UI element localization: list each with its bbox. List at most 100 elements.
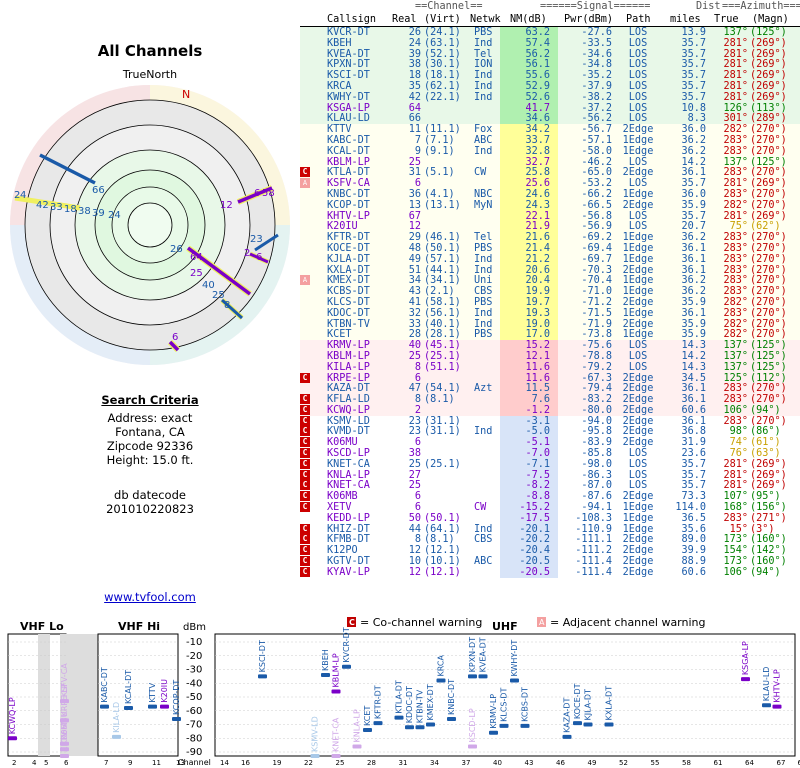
cell-mag: (270°): [750, 199, 787, 211]
cell-dist: 35.7: [681, 178, 706, 190]
cell-call: KLCS-DT: [327, 296, 370, 308]
cell-net: MyN: [474, 199, 493, 211]
station-bar: [468, 674, 477, 679]
table-row: KJLA-DT 49 (57.1) Ind 21.2 -69.7 1Edge 36.1 283°…: [300, 253, 800, 265]
cell-pwr: -66.2: [581, 188, 612, 200]
polar-label: 26: [170, 244, 183, 255]
cell-mag: (125°): [750, 156, 787, 168]
cell-true: 283°: [723, 242, 748, 254]
cell-true: 281°: [723, 91, 748, 103]
cell-mag: (269°): [750, 469, 787, 481]
x-tick-uhf: 22: [304, 759, 313, 767]
cell-path: LOS: [628, 91, 648, 103]
cell-real: 25: [408, 156, 421, 168]
station-bar: [468, 744, 477, 749]
cell-path: LOS: [628, 340, 648, 352]
cell-virt: (40.1): [424, 318, 461, 330]
cell-nm: -20.1: [519, 523, 550, 535]
table-row: C KGTV-DT 10 (10.1) ABC -20.5 -111.4 2Edge 88.9 1…: [300, 556, 800, 567]
cell-real: 44: [408, 523, 421, 535]
cell-path: 2Edge: [622, 404, 654, 416]
cell-mag: (289°): [750, 113, 787, 125]
cell-true: 281°: [723, 48, 748, 60]
station-label: KVEA-DT: [479, 637, 488, 672]
cell-path: 2Edge: [622, 383, 654, 395]
cell-pwr: -71.2: [581, 296, 612, 308]
cell-dist: 34.5: [681, 372, 706, 384]
cell-pwr: -27.6: [581, 27, 612, 38]
co-channel-warning: C: [300, 394, 310, 405]
cell-nm: 33.7: [525, 134, 550, 146]
cell-path: LOS: [628, 448, 648, 460]
column-header-row: Callsign Real (Virt) Netwk NM(dB) Pwr(dB…: [300, 13, 800, 27]
cell-net: Tel: [474, 48, 493, 60]
cell-nm: 57.4: [525, 37, 550, 49]
station-label: KTTV: [148, 682, 157, 702]
ring-6: [127, 202, 173, 248]
cell-pwr: -57.1: [581, 134, 612, 146]
cell-mag: (62°): [750, 221, 781, 233]
cell-path: 1Edge: [622, 253, 654, 265]
cell-net: ION: [474, 59, 493, 71]
cell-call: KTTV: [327, 124, 352, 136]
cell-mag: (270°): [750, 383, 787, 395]
cell-real: 34: [408, 275, 421, 287]
cell-virt: (4.1): [424, 188, 455, 200]
table-row: C KRPE-LP 6 11.6 -67.3 2Edge 34.5 125° (112°): [300, 372, 800, 384]
cell-net: Azt: [474, 383, 493, 395]
cell-dist: 39.9: [681, 545, 706, 557]
cell-true: 281°: [723, 458, 748, 470]
cell-true: 125°: [723, 372, 748, 384]
station-label: KRCA: [437, 655, 446, 677]
cell-path: 1Edge: [622, 134, 654, 146]
polar-label: 12: [220, 200, 233, 211]
cell-dist: 35.7: [681, 480, 706, 492]
cell-mag: (269°): [750, 48, 787, 60]
cell-real: 38: [408, 448, 421, 460]
north-mark: N: [182, 88, 190, 101]
cell-call: KABC-DT: [327, 134, 370, 146]
cell-net: NBC: [474, 188, 493, 200]
cell-real: 36: [408, 188, 421, 200]
cell-path: 1Edge: [622, 242, 654, 254]
cell-net: CBS: [474, 534, 493, 546]
table-row: A KMEX-DT 34 (34.1) Uni 20.4 -70.4 1Edge 36.2 283…: [300, 275, 800, 286]
y-tick-label: -20: [186, 651, 202, 662]
tvfool-link[interactable]: www.tvfool.com: [0, 590, 300, 604]
table-row: A KSFV-CA 6 25.6 -53.2 LOS 35.7 281° (269°): [300, 178, 800, 189]
page-title: All Channels: [97, 42, 203, 60]
cell-real: 47: [408, 383, 421, 395]
table-row: C KFMB-DT 8 (8.1) CBS -20.2 -111.1 2Edge 89.0 173…: [300, 534, 800, 545]
cell-dist: 35.7: [681, 80, 706, 92]
cell-nm: -15.2: [519, 502, 550, 514]
station-label: KNBC-DT: [447, 679, 456, 715]
x-tick-uhf: 55: [651, 759, 660, 767]
table-row: KBLM-LP 25 (25.1) 12.1 -78.8 LOS 14.2 137° (125°…: [300, 350, 800, 362]
cell-true: 281°: [723, 480, 748, 492]
cell-mag: (160°): [750, 556, 787, 568]
table-row: C XETV 6 CW -15.2 -94.1 1Edge 114.0 168° (156°): [300, 502, 800, 513]
x-tick-uhf: 58: [682, 759, 691, 767]
db-value: 201010220823: [106, 502, 194, 516]
station-bar: [489, 730, 498, 735]
cell-path: 1Edge: [622, 523, 654, 535]
cell-nm: 15.2: [525, 340, 550, 352]
cell-virt: (46.1): [424, 232, 461, 244]
cell-mag: (270°): [750, 394, 787, 406]
cell-real: 39: [408, 48, 421, 60]
cell-call: KSFV-CA: [327, 178, 370, 190]
station-bar: [520, 723, 530, 728]
cell-call: KHIZ-DT: [327, 523, 370, 535]
cell-pwr: -69.7: [581, 253, 612, 265]
station-label: KILA-LD: [112, 702, 121, 733]
co-channel-warning: C: [300, 404, 310, 415]
cell-nm: 7.6: [531, 394, 550, 406]
y-tick-label: -80: [186, 733, 202, 744]
cell-true: 283°: [723, 167, 748, 179]
cell-mag: (270°): [750, 275, 787, 287]
cell-pwr: -87.0: [581, 480, 612, 492]
cell-call: KILA-LP: [327, 361, 370, 373]
cell-mag: (271°): [750, 512, 787, 524]
cell-path: 2Edge: [622, 124, 654, 136]
cell-real: 41: [408, 296, 421, 308]
